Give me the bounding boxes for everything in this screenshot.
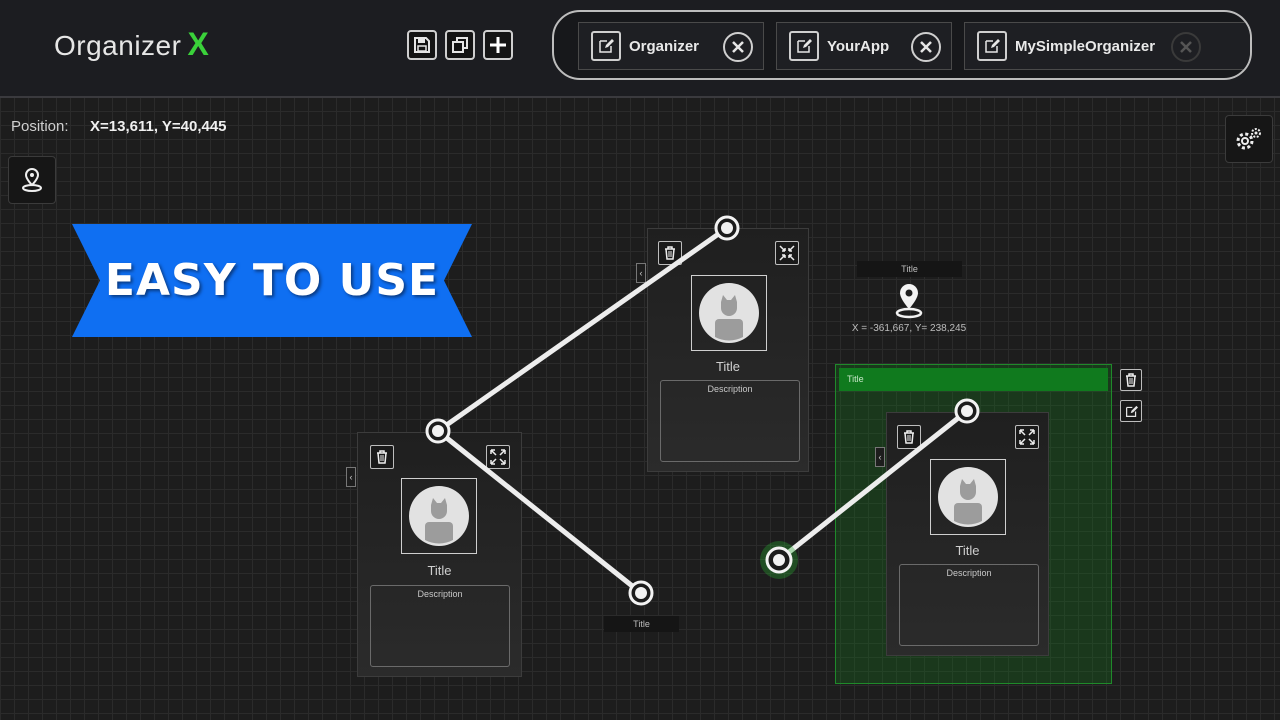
avatar-icon — [409, 486, 469, 546]
trash-icon — [665, 246, 675, 260]
tab-label: Organizer — [629, 37, 700, 55]
plus-icon — [490, 37, 506, 53]
tab-yourapp[interactable]: YourApp — [776, 22, 952, 70]
close-tab-button[interactable] — [911, 32, 941, 62]
tab-bar: Organizer YourApp MySimpleOrganizer — [552, 10, 1252, 80]
card-title[interactable]: Title — [887, 543, 1048, 558]
tab-label: MySimpleOrganizer — [1015, 37, 1156, 55]
expand-icon — [1019, 429, 1035, 445]
position-value: X=13,611, Y=40,445 — [90, 118, 227, 135]
avatar[interactable] — [401, 478, 477, 554]
avatar-icon — [938, 467, 998, 527]
collapse-card-tab[interactable]: ‹ — [875, 447, 885, 467]
app-title-mark: X — [187, 26, 210, 62]
app-title: Organizer — [54, 30, 182, 61]
close-icon — [732, 41, 744, 53]
card-title[interactable]: Title — [358, 563, 521, 578]
card[interactable]: Title Description — [886, 412, 1049, 656]
edit-group-button[interactable] — [1120, 400, 1142, 422]
location-pin-icon — [895, 284, 923, 319]
banner-text: EASY TO USE — [104, 255, 440, 306]
edit-icon — [599, 39, 614, 53]
shrink-icon — [779, 245, 795, 261]
delete-card-button[interactable] — [897, 425, 921, 449]
card-title[interactable]: Title — [648, 359, 808, 374]
edit-icon — [1125, 405, 1138, 417]
edit-tab-button[interactable] — [591, 31, 621, 61]
marker-coordinates: X = -361,667, Y= 238,245 — [851, 323, 967, 334]
tab-organizer[interactable]: Organizer — [578, 22, 764, 70]
avatar[interactable] — [930, 459, 1006, 535]
close-tab-button[interactable] — [723, 32, 753, 62]
node-label[interactable]: Title — [604, 616, 679, 632]
tab-mysimpleorganizer[interactable]: MySimpleOrganizer — [964, 22, 1250, 70]
trash-icon — [904, 430, 914, 444]
copy-icon — [452, 37, 468, 53]
settings-button[interactable] — [1225, 115, 1273, 163]
trash-icon — [377, 450, 387, 464]
promo-banner: EASY TO USE — [72, 224, 472, 337]
delete-card-button[interactable] — [370, 445, 394, 469]
close-tab-button[interactable] — [1171, 32, 1201, 62]
card-description[interactable]: Description — [660, 380, 800, 462]
collapse-card-tab[interactable]: ‹ — [636, 263, 646, 283]
avatar-icon — [699, 283, 759, 343]
collapse-view-button[interactable] — [775, 241, 799, 265]
save-icon — [414, 37, 430, 53]
close-icon — [920, 41, 932, 53]
add-marker-button[interactable] — [8, 156, 56, 204]
marker-label[interactable]: Title — [857, 261, 962, 277]
position-label: Position: — [11, 118, 69, 135]
edit-tab-button[interactable] — [789, 31, 819, 61]
edit-icon — [985, 39, 1000, 53]
edit-icon — [797, 39, 812, 53]
collapse-card-tab[interactable]: ‹ — [346, 467, 356, 487]
expand-card-button[interactable] — [486, 445, 510, 469]
close-icon — [1180, 41, 1192, 53]
delete-group-button[interactable] — [1120, 369, 1142, 391]
trash-icon — [1126, 373, 1136, 387]
expand-card-button[interactable] — [1015, 425, 1039, 449]
app-logo: Organizer X — [54, 26, 209, 63]
card-description[interactable]: Description — [370, 585, 510, 667]
avatar[interactable] — [691, 275, 767, 351]
add-button[interactable] — [483, 30, 513, 60]
edit-tab-button[interactable] — [977, 31, 1007, 61]
map-marker[interactable] — [894, 282, 924, 320]
card[interactable]: Title Description — [357, 432, 522, 677]
top-bar: Organizer X Organizer YourApp MySimpleOr… — [0, 0, 1280, 98]
duplicate-button[interactable] — [445, 30, 475, 60]
expand-icon — [490, 449, 506, 465]
card[interactable]: Title Description — [647, 228, 809, 472]
delete-card-button[interactable] — [658, 241, 682, 265]
location-pin-icon — [22, 167, 42, 192]
group-header[interactable]: Title — [839, 368, 1108, 391]
card-description[interactable]: Description — [899, 564, 1039, 646]
save-button[interactable] — [407, 30, 437, 60]
tab-label: YourApp — [827, 37, 890, 55]
gear-icon — [1236, 128, 1261, 150]
